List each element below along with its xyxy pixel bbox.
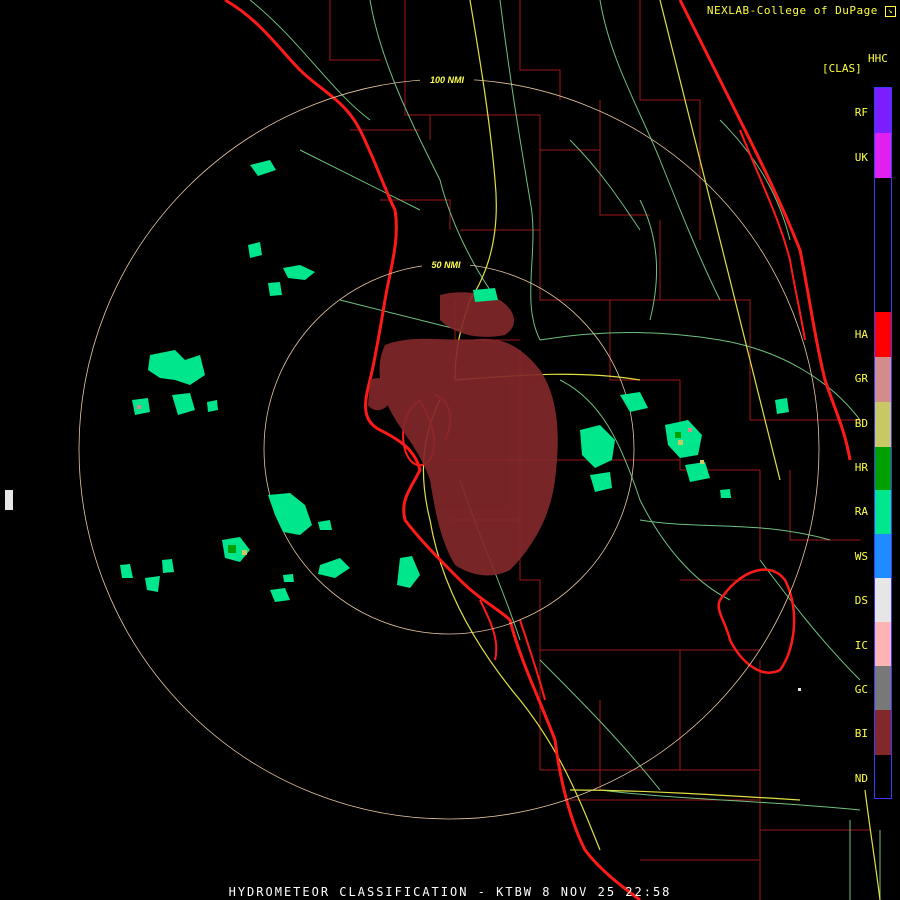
expand-arrow-icon[interactable]: ↘ [885,5,896,17]
legend-label-rf: RF [854,106,868,119]
legend-units: [CLAS] [822,62,862,75]
legend-swatch-ra [875,490,891,534]
legend-label-gr: GR [854,372,868,385]
legend-swatch-ws [875,534,891,578]
legend-label-gc: GC [854,683,868,696]
legend-label-nd: ND [854,772,868,785]
legend-label-ha: HA [854,328,868,341]
legend-swatch-hr [875,447,891,490]
legend-swatch-bd [875,402,891,447]
echo-biological [368,292,558,576]
legend-swatch-gc [875,666,891,710]
legend-swatch-uk [875,133,891,178]
echo-dry-snow [5,490,801,691]
credit-text: NEXLAB-College of DuPage ↘ [707,4,896,17]
ring-label-50: 50 NMI [431,260,461,270]
legend-swatch-ds [875,578,891,622]
legend-label-ic: IC [854,639,868,652]
ring-label-100: 100 NMI [430,75,465,85]
radar-map: 50 NMI 100 NMI [5,0,881,900]
legend-swatch-bi [875,710,891,755]
legend-product: HHC [868,52,888,65]
legend-label-uk: UK [854,151,868,164]
legend-swatch-ha [875,312,891,357]
legend-label-ds: DS [854,594,868,607]
legend-label-hr: HR [854,461,868,474]
legend-swatch-nd [875,755,891,798]
legend-swatch-rf [875,88,891,133]
legend-label-bd: BD [854,417,868,430]
legend-label-ws: WS [854,550,868,563]
legend-swatch-gr [875,357,891,402]
radar-display: 50 NMI 100 NMI NEXLAB-College of DuPage … [0,0,900,900]
legend-label-ra: RA [854,505,868,518]
legend-swatch-gap [875,178,891,312]
legend-label-bi: BI [854,727,868,740]
product-footer: HYDROMETEOR CLASSIFICATION - KTBW 8 NOV … [228,885,672,899]
legend-color-bar [874,87,892,799]
road-network [249,0,881,900]
legend-swatch-ic [875,622,891,666]
